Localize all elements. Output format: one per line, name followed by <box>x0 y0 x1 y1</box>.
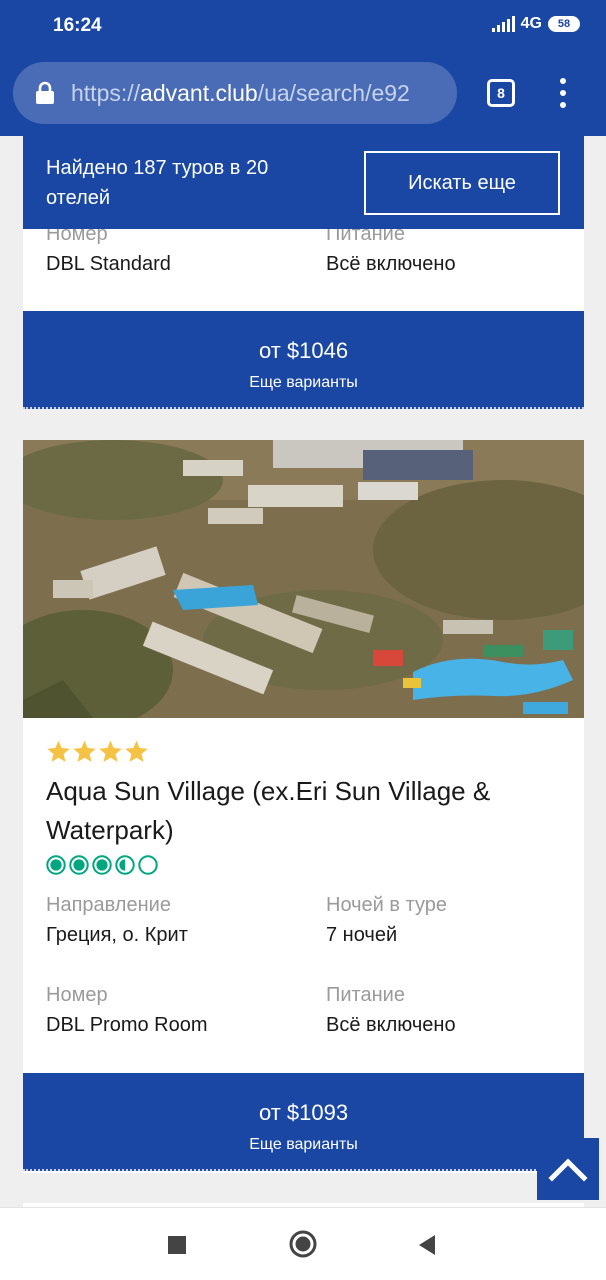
system-navbar <box>0 1207 606 1280</box>
status-time: 16:24 <box>53 15 102 36</box>
room-value: DBL Promo Room <box>46 1014 208 1036</box>
status-icons: 4G 58 <box>491 15 580 33</box>
more-options-text: Еще варианты <box>249 1136 358 1153</box>
browser-chrome: 16:24 4G 58 https://advant.club/ua/searc… <box>0 0 606 136</box>
url-text: https://advant.club/ua/search/e92 <box>71 80 410 107</box>
more-options-text: Еще варианты <box>249 374 358 391</box>
tripadvisor-rating <box>46 855 158 875</box>
rating-bubble-icon <box>69 855 89 875</box>
price-button[interactable]: от $1093 Еще варианты <box>23 1073 584 1171</box>
hotel-photo[interactable] <box>23 440 584 718</box>
meal-value: Всё включено <box>326 253 456 275</box>
square-icon[interactable] <box>168 1236 186 1254</box>
url-scheme: https:// <box>71 79 141 106</box>
search-more-button[interactable]: Искать еще <box>364 151 560 215</box>
price-button[interactable]: от $1046 Еще варианты <box>23 311 584 409</box>
tab-switcher-button[interactable]: 8 <box>487 79 515 107</box>
search-summary: Найдено 187 туров в 20 отелей Искать еще <box>23 136 584 229</box>
scroll-top-button[interactable] <box>537 1138 599 1200</box>
hotel-card-previous: Номер Питание DBL Standard Всё включено … <box>23 223 584 409</box>
rating-bubble-icon <box>138 855 158 875</box>
network-type: 4G <box>520 15 542 32</box>
direction-label: Направление <box>46 894 171 916</box>
circle-icon[interactable] <box>289 1230 317 1258</box>
hotel-name[interactable]: Aqua Sun Village (ex.Eri Sun Village & W… <box>46 772 546 850</box>
hotel-card: Aqua Sun Village (ex.Eri Sun Village & W… <box>23 440 584 1173</box>
star-icon <box>47 740 70 762</box>
url-domain: advant.club <box>140 79 258 106</box>
rating-bubble-icon <box>92 855 112 875</box>
triangle-back-icon[interactable] <box>418 1234 436 1256</box>
lock-icon <box>36 81 54 104</box>
price-text: от $1046 <box>258 338 349 363</box>
battery-icon: 58 <box>548 16 580 32</box>
room-value: DBL Standard <box>46 253 171 275</box>
meal-label: Питание <box>326 984 405 1006</box>
star-icon <box>99 740 122 762</box>
more-vert-icon[interactable] <box>553 78 573 108</box>
rating-bubble-icon <box>115 855 135 875</box>
star-icon <box>125 740 148 762</box>
hotel-stars <box>46 739 149 764</box>
meal-value: Всё включено <box>326 1014 456 1036</box>
url-bar[interactable]: https://advant.club/ua/search/e92 <box>13 62 457 124</box>
url-path: /ua/search/e92 <box>257 79 410 106</box>
rating-bubble-icon <box>46 855 66 875</box>
chevron-up-icon <box>548 1158 588 1182</box>
found-text: Найдено 187 туров в 20 отелей <box>46 157 269 209</box>
star-icon <box>73 740 96 762</box>
nights-label: Ночей в туре <box>326 894 447 916</box>
signal-icon <box>491 16 515 32</box>
room-label: Номер <box>46 984 108 1006</box>
direction-value: Греция, о. Крит <box>46 924 188 946</box>
nights-value: 7 ночей <box>326 924 398 946</box>
price-text: от $1093 <box>258 1100 349 1125</box>
